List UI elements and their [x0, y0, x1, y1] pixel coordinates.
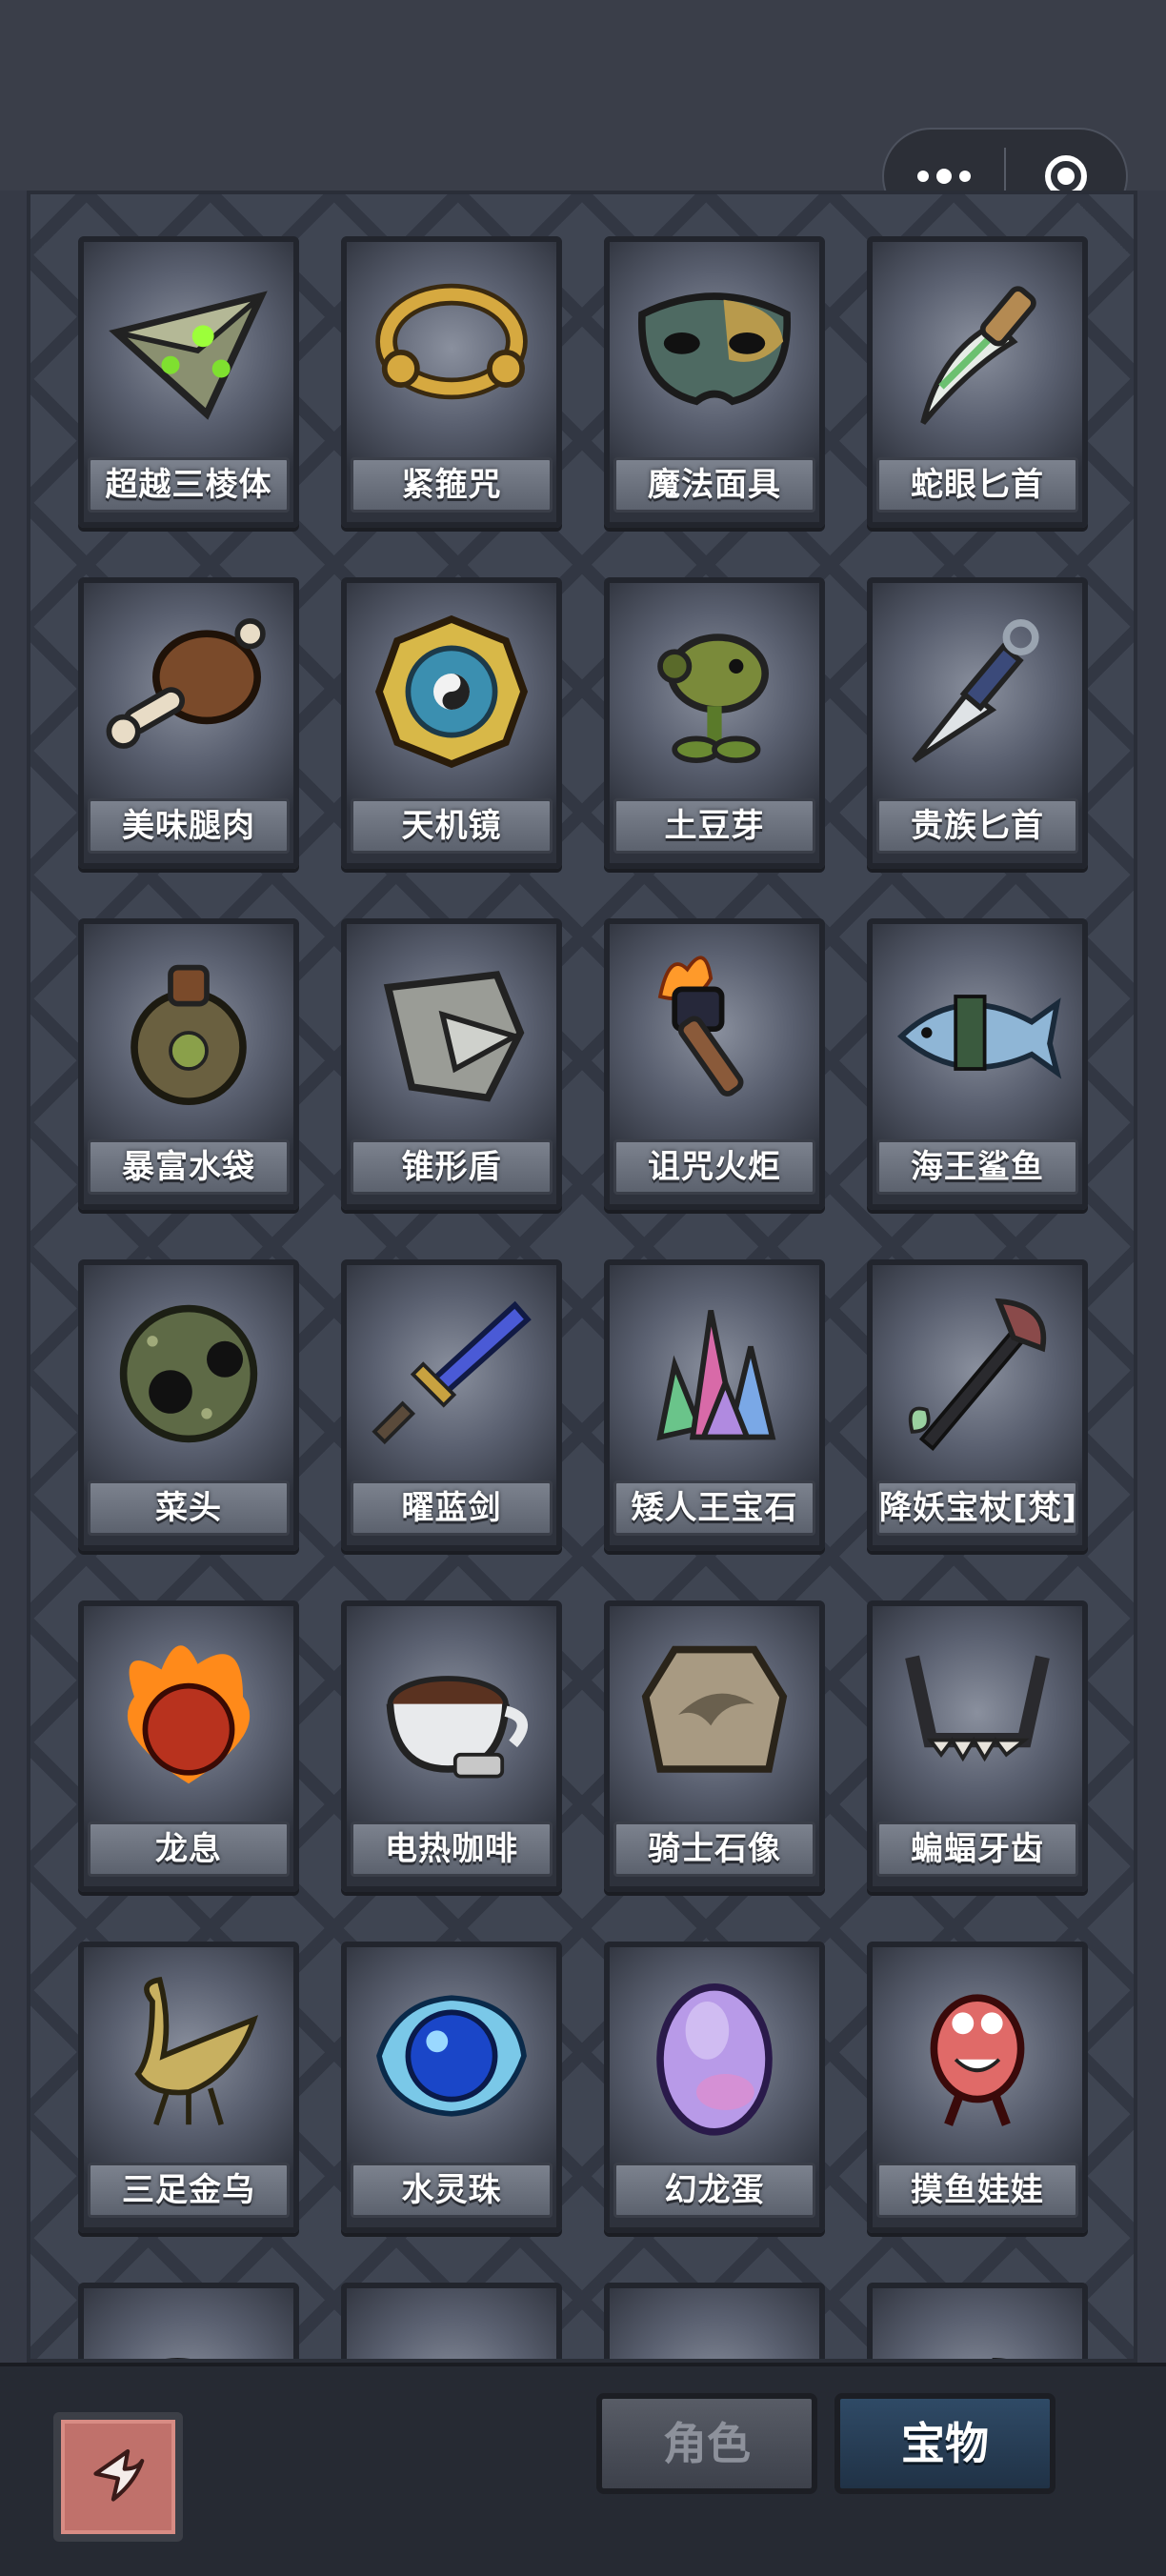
treasure-name: 诅咒火炬: [613, 1139, 815, 1195]
bagua-mirror-icon: [347, 583, 556, 800]
treasure-name: 锥形盾: [351, 1139, 553, 1195]
treasure-card[interactable]: 矮人王宝石: [604, 1259, 825, 1551]
pyramid-icon: [84, 242, 293, 459]
tab-treasure[interactable]: 宝物: [834, 2393, 1055, 2494]
treasure-name: 矮人王宝石: [613, 1480, 815, 1536]
golden-ring-icon: [347, 242, 556, 459]
stone-tablet-icon: [610, 1606, 819, 1823]
monster-doll-icon: [873, 1947, 1082, 2164]
treasure-name: 电热咖啡: [351, 1821, 553, 1877]
crystal-gems-icon: [610, 1265, 819, 1482]
curved-dagger-icon: [873, 242, 1082, 459]
fire-heart-icon: [84, 1606, 293, 1823]
treasure-card[interactable]: 骑士石像: [604, 1600, 825, 1892]
treasure-name: 曜蓝剑: [351, 1480, 553, 1536]
treasure-name: 美味腿肉: [88, 798, 290, 854]
treasure-name: 超越三棱体: [88, 457, 290, 513]
treasure-card[interactable]: 蛇眼匕首: [867, 236, 1088, 528]
torch-icon: [610, 924, 819, 1141]
treasure-card[interactable]: [867, 2283, 1088, 2359]
back-button[interactable]: [53, 2412, 183, 2542]
treasure-card[interactable]: 锥形盾: [341, 918, 562, 1210]
treasure-name: 蝙蝠牙齿: [876, 1821, 1078, 1877]
treasure-card[interactable]: 海王鲨鱼: [867, 918, 1088, 1210]
treasure-name: 海王鲨鱼: [876, 1139, 1078, 1195]
meat-leg-icon: [84, 583, 293, 800]
cone-shield-icon: [347, 924, 556, 1141]
treasure-card[interactable]: 天机镜: [341, 577, 562, 869]
treasure-name: 菜头: [88, 1480, 290, 1536]
treasure-panel[interactable]: 超越三棱体 紧箍咒 魔法面具 蛇眼匕首 美味腿肉 天机镜 土豆芽 贵族匕首 暴富…: [27, 191, 1137, 2363]
treasure-card[interactable]: 水灵珠: [341, 1942, 562, 2233]
treasure-card[interactable]: 曜蓝剑: [341, 1259, 562, 1551]
treasure-card[interactable]: 土豆芽: [604, 577, 825, 869]
partial-item-icon: [873, 2288, 1082, 2359]
treasure-card[interactable]: 幻龙蛋: [604, 1942, 825, 2233]
mask-icon: [610, 242, 819, 459]
treasure-card[interactable]: 电热咖啡: [341, 1600, 562, 1892]
treasure-card[interactable]: 蝙蝠牙齿: [867, 1600, 1088, 1892]
partial-item-icon: [610, 2288, 819, 2359]
treasure-card[interactable]: 贵族匕首: [867, 577, 1088, 869]
treasure-card[interactable]: 暴富水袋: [78, 918, 299, 1210]
treasure-card[interactable]: 超越三棱体: [78, 236, 299, 528]
treasure-name: 贵族匕首: [876, 798, 1078, 854]
treasure-name: 蛇眼匕首: [876, 457, 1078, 513]
treasure-card[interactable]: 三足金乌: [78, 1942, 299, 2233]
treasure-card[interactable]: 菜头: [78, 1259, 299, 1551]
kunai-icon: [873, 583, 1082, 800]
treasure-card[interactable]: 摸鱼娃娃: [867, 1942, 1088, 2233]
cabbage-head-icon: [84, 1265, 293, 1482]
treasure-card[interactable]: 诅咒火炬: [604, 918, 825, 1210]
coffee-cup-icon: [347, 1606, 556, 1823]
treasure-card[interactable]: 魔法面具: [604, 236, 825, 528]
return-arrow-icon: [93, 2449, 145, 2502]
partial-item-icon: [347, 2288, 556, 2359]
peashooter-icon: [610, 583, 819, 800]
treasure-name: 暴富水袋: [88, 1139, 290, 1195]
demon-staff-icon: [873, 1265, 1082, 1482]
partial-item-icon: [84, 2288, 293, 2359]
treasure-card[interactable]: 龙息: [78, 1600, 299, 1892]
treasure-name: 摸鱼娃娃: [876, 2163, 1078, 2218]
treasure-card[interactable]: [341, 2283, 562, 2359]
dragon-egg-icon: [610, 1947, 819, 2164]
treasure-card[interactable]: [604, 2283, 825, 2359]
treasure-name: 幻龙蛋: [613, 2163, 815, 2218]
treasure-name: 三足金乌: [88, 2163, 290, 2218]
treasure-card[interactable]: 紧箍咒: [341, 236, 562, 528]
water-orb-icon: [347, 1947, 556, 2164]
bat-fang-icon: [873, 1606, 1082, 1823]
water-pouch-icon: [84, 924, 293, 1141]
treasure-card[interactable]: 美味腿肉: [78, 577, 299, 869]
treasure-name: 紧箍咒: [351, 457, 553, 513]
treasure-name: 降妖宝杖[梵]: [876, 1480, 1078, 1536]
treasure-name: 土豆芽: [613, 798, 815, 854]
tab-role[interactable]: 角色: [596, 2393, 817, 2494]
golden-bird-icon: [84, 1947, 293, 2164]
blue-sword-icon: [347, 1265, 556, 1482]
treasure-name: 骑士石像: [613, 1821, 815, 1877]
shark-icon: [873, 924, 1082, 1141]
treasure-name: 天机镜: [351, 798, 553, 854]
treasure-card[interactable]: 降妖宝杖[梵]: [867, 1259, 1088, 1551]
treasure-name: 水灵珠: [351, 2163, 553, 2218]
treasure-name: 魔法面具: [613, 457, 815, 513]
treasure-card[interactable]: [78, 2283, 299, 2359]
more-dots-icon: [917, 169, 971, 184]
treasure-name: 龙息: [88, 1821, 290, 1877]
